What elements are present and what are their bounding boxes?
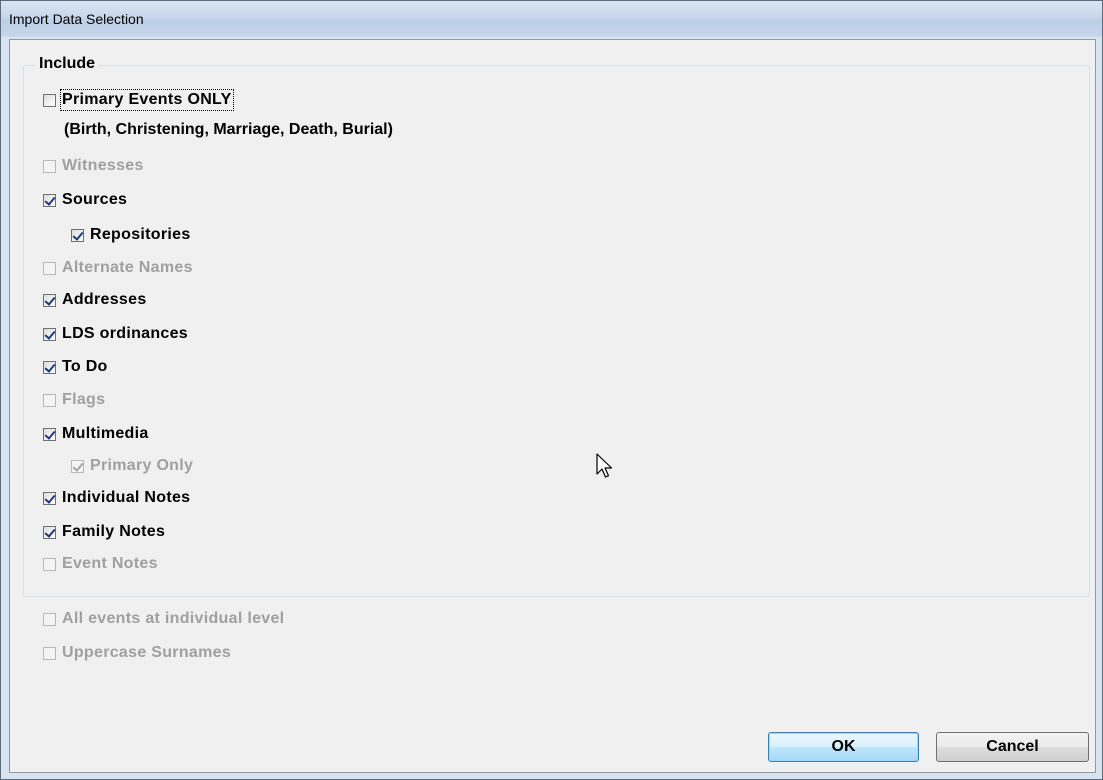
checkbox-label: Primary Events ONLY [60,89,234,111]
checkmark-icon[interactable] [43,525,56,539]
checkmark-icon[interactable] [43,360,56,374]
addresses-checkbox[interactable]: Addresses [43,290,147,310]
checkbox-label: Addresses [62,291,147,308]
checkbox-box[interactable] [43,393,56,407]
event-notes-checkbox[interactable]: Event Notes [43,554,158,574]
uppercase-surnames-checkbox[interactable]: Uppercase Surnames [43,643,231,663]
to-do-checkbox[interactable]: To Do [43,357,108,377]
checkmark-icon[interactable] [43,327,56,341]
multimedia-checkbox[interactable]: Multimedia [43,424,149,444]
witnesses-checkbox[interactable]: Witnesses [43,156,144,176]
checkbox-box[interactable] [43,159,56,173]
checkbox-label: All events at individual level [62,610,285,627]
checkmark-icon[interactable] [43,293,56,307]
checkbox-label: LDS ordinances [62,325,189,342]
primary-events-only-checkbox[interactable]: Primary Events ONLY [43,89,234,111]
checkmark-icon[interactable] [43,491,56,505]
checkbox-box[interactable] [43,612,56,626]
checkbox-label: Individual Notes [62,489,191,506]
checkmark-icon[interactable] [71,228,84,242]
title-bar[interactable]: Import Data Selection [1,1,1102,37]
primary-only-checkbox[interactable]: Primary Only [71,456,193,476]
checkbox-label: Multimedia [62,425,149,442]
flags-checkbox[interactable]: Flags [43,390,105,410]
all-events-individual-level-checkbox[interactable]: All events at individual level [43,609,284,629]
checkbox-label: Family Notes [62,523,166,540]
checkbox-label: Primary Only [90,457,194,474]
primary-events-note: (Birth, Christening, Marriage, Death, Bu… [64,121,393,138]
checkbox-label: Event Notes [62,555,158,572]
checkbox-label: Flags [62,391,106,408]
checkbox-label: Sources [62,191,128,208]
checkbox-box[interactable] [43,646,56,660]
sources-checkbox[interactable]: Sources [43,190,127,210]
ok-button[interactable]: OK [768,732,919,762]
window-title: Import Data Selection [9,11,144,27]
lds-ordinances-checkbox[interactable]: LDS ordinances [43,324,188,344]
cancel-button[interactable]: Cancel [936,732,1089,762]
repositories-checkbox[interactable]: Repositories [71,225,191,245]
checkbox-label: Repositories [90,226,191,243]
individual-notes-checkbox[interactable]: Individual Notes [43,488,190,508]
alternate-names-checkbox[interactable]: Alternate Names [43,258,193,278]
checkbox-box[interactable] [43,557,56,571]
checkbox-label: Alternate Names [62,259,193,276]
checkbox-box[interactable] [43,261,56,275]
checkmark-icon[interactable] [43,193,56,207]
include-group-legend: Include [35,55,100,73]
checkmark-icon[interactable] [43,427,56,441]
checkbox-box[interactable] [43,93,56,107]
checkbox-label: To Do [62,358,108,375]
mouse-pointer-icon [596,453,613,478]
checkbox-label: Witnesses [62,157,144,174]
family-notes-checkbox[interactable]: Family Notes [43,522,165,542]
checkbox-label: Uppercase Surnames [62,644,232,661]
checkmark-icon[interactable] [71,459,84,473]
